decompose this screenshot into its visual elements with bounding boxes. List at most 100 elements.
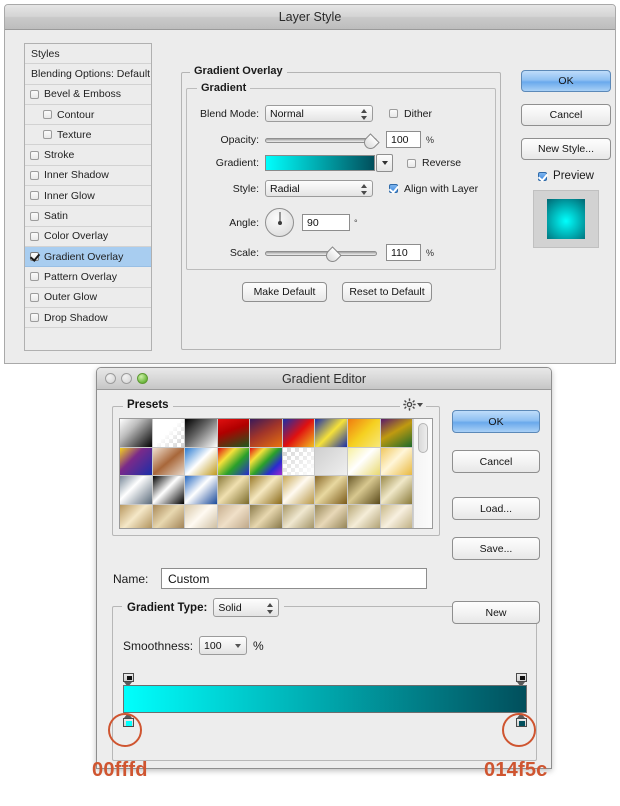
sidebar-item-texture[interactable]: Texture [25,125,151,146]
checkbox-inner-glow[interactable] [30,191,39,201]
checkbox-pattern-overlay[interactable] [30,272,39,282]
cancel-button[interactable]: Cancel [452,450,540,473]
opacity-slider-thumb[interactable] [364,134,377,147]
effects-sidebar[interactable]: Styles Blending Options: Default Bevel &… [24,43,152,351]
presets-swatch-grid[interactable] [120,419,414,528]
preset-swatch[interactable] [347,447,381,476]
presets-menu-button[interactable] [400,398,426,411]
checkbox-gradient-overlay[interactable] [30,252,39,262]
presets-scrollbar-thumb[interactable] [418,423,429,453]
gradient-picker-dropdown[interactable] [376,154,393,172]
sidebar-item-inner-glow[interactable]: Inner Glow [25,186,151,207]
sidebar-item-drop-shadow[interactable]: Drop Shadow [25,308,151,329]
sidebar-item-outer-glow[interactable]: Outer Glow [25,288,151,308]
sidebar-item-satin[interactable]: Satin [25,206,151,227]
preset-swatch[interactable] [315,419,348,448]
sidebar-item-bevel-emboss[interactable]: Bevel & Emboss [25,85,151,105]
preset-swatch[interactable] [185,419,218,448]
load-button[interactable]: Load... [452,497,540,520]
preset-swatch[interactable] [347,476,381,505]
preset-swatch[interactable] [380,419,414,448]
align-with-layer-row[interactable]: Align with Layer [389,183,478,195]
preset-swatch[interactable] [120,504,153,528]
preset-swatch[interactable] [315,504,348,528]
angle-input[interactable]: 90 [302,214,350,231]
checkbox-contour[interactable] [43,110,52,120]
preset-swatch[interactable] [185,504,218,528]
presets-scrollbar[interactable] [413,419,432,528]
checkbox-stroke[interactable] [30,150,39,160]
sidebar-item-blending-options[interactable]: Blending Options: Default [25,64,151,85]
preview-checkbox-row[interactable]: Preview [521,170,611,182]
sidebar-item-stroke[interactable]: Stroke [25,145,151,166]
checkbox-texture[interactable] [43,130,52,140]
preset-swatch[interactable] [315,447,348,476]
opacity-input[interactable]: 100 [386,131,421,148]
angle-dial[interactable] [265,208,294,237]
preset-swatch[interactable] [152,476,186,505]
preset-swatch[interactable] [152,504,186,528]
checkbox-inner-shadow[interactable] [30,170,39,180]
gradient-preview-bar[interactable] [123,685,527,713]
sidebar-item-gradient-overlay[interactable]: Gradient Overlay [25,246,151,268]
minimize-button-icon[interactable] [121,373,132,384]
preset-swatch[interactable] [282,504,316,528]
opacity-stop-right[interactable] [516,673,527,687]
preset-swatch[interactable] [250,419,283,448]
new-button[interactable]: New [452,601,540,624]
checkbox-drop-shadow[interactable] [30,313,39,322]
checkbox-dither[interactable] [389,109,398,118]
preset-swatch[interactable] [217,504,251,528]
preset-swatch[interactable] [217,447,251,476]
sidebar-item-color-overlay[interactable]: Color Overlay [25,227,151,247]
make-default-button[interactable]: Make Default [242,282,327,302]
ok-button[interactable]: OK [452,410,540,433]
presets-well[interactable] [119,418,433,529]
checkbox-satin[interactable] [30,211,39,221]
checkbox-outer-glow[interactable] [30,292,39,302]
preset-swatch[interactable] [250,447,283,476]
style-select[interactable]: Radial [265,180,373,197]
preset-swatch[interactable] [380,447,414,476]
preset-swatch[interactable] [250,504,283,528]
preset-swatch[interactable] [282,419,316,448]
preset-swatch[interactable] [250,476,283,505]
preset-swatch[interactable] [217,419,251,448]
scale-input[interactable]: 110 [386,244,421,261]
dither-checkbox-row[interactable]: Dither [389,108,432,120]
opacity-slider[interactable] [265,133,377,147]
scale-slider[interactable] [265,246,377,260]
preset-swatch[interactable] [185,476,218,505]
blend-mode-select[interactable]: Normal [265,105,373,122]
checkbox-bevel-emboss[interactable] [30,89,39,99]
sidebar-item-styles[interactable]: Styles [25,44,151,65]
reverse-checkbox-row[interactable]: Reverse [407,157,461,169]
sidebar-item-inner-shadow[interactable]: Inner Shadow [25,166,151,187]
ok-button[interactable]: OK [521,70,611,92]
preset-swatch[interactable] [217,476,251,505]
preset-swatch[interactable] [282,447,316,476]
opacity-stop-left[interactable] [123,673,134,687]
name-input[interactable]: Custom [161,568,427,589]
cancel-button[interactable]: Cancel [521,104,611,126]
gradient-type-select[interactable]: Solid [213,598,280,617]
sidebar-item-pattern-overlay[interactable]: Pattern Overlay [25,267,151,288]
preset-swatch[interactable] [282,476,316,505]
preset-swatch[interactable] [120,447,153,476]
checkbox-reverse[interactable] [407,158,416,168]
checkbox-align-with-layer[interactable] [389,184,398,193]
zoom-button-icon[interactable] [137,373,148,384]
gradient-swatch-button[interactable] [265,155,375,171]
scale-slider-thumb[interactable] [326,247,339,260]
gradient-editor-titlebar[interactable]: Gradient Editor [97,368,551,390]
reset-to-default-button[interactable]: Reset to Default [342,282,432,302]
preset-swatch[interactable] [120,476,153,505]
preset-swatch[interactable] [315,476,348,505]
preset-swatch[interactable] [185,447,218,476]
new-style-button[interactable]: New Style... [521,138,611,160]
smoothness-select[interactable]: 100 [199,636,248,655]
preset-swatch[interactable] [347,504,381,528]
sidebar-item-contour[interactable]: Contour [25,105,151,126]
close-button-icon[interactable] [105,373,116,384]
preset-swatch[interactable] [152,447,186,476]
